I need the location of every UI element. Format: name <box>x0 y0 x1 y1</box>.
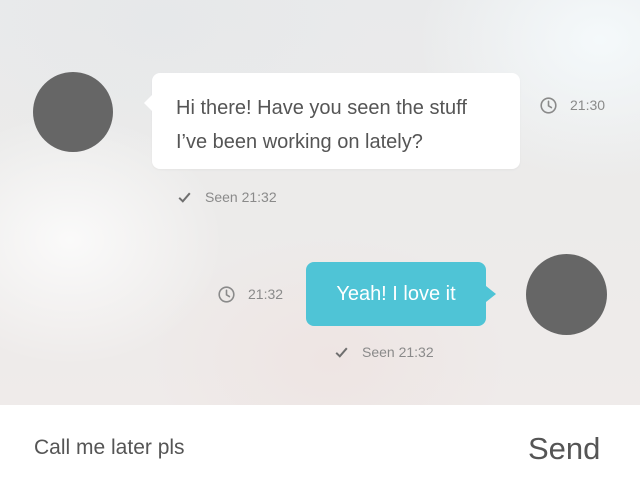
clock-icon <box>218 285 235 303</box>
seen-label: Seen 21:32 <box>362 344 434 360</box>
seen-label: Seen 21:32 <box>205 189 277 205</box>
time-label: 21:32 <box>248 286 284 302</box>
incoming-seen-receipt: Seen 21:32 <box>178 188 277 206</box>
clock-icon <box>540 96 557 114</box>
outgoing-seen-receipt: Seen 21:32 <box>335 343 434 361</box>
message-composer: Send <box>0 405 640 491</box>
message-input[interactable] <box>34 433 494 463</box>
contact-avatar[interactable] <box>33 72 113 152</box>
check-icon <box>335 347 348 358</box>
incoming-message-time: 21:30 <box>540 96 605 114</box>
check-icon <box>178 192 191 203</box>
send-button[interactable]: Send <box>528 429 618 469</box>
user-avatar[interactable] <box>526 254 607 335</box>
outgoing-message-bubble[interactable]: Yeah! I love it <box>306 262 496 326</box>
chat-thread: Hi there! Have you seen the stuff I’ve b… <box>0 0 640 405</box>
incoming-message-text: Hi there! Have you seen the stuff I’ve b… <box>176 97 467 153</box>
incoming-message-bubble[interactable]: Hi there! Have you seen the stuff I’ve b… <box>144 73 520 169</box>
time-label: 21:30 <box>570 97 606 113</box>
outgoing-message-text: Yeah! I love it <box>336 283 456 305</box>
outgoing-message-time: 21:32 <box>218 285 283 303</box>
